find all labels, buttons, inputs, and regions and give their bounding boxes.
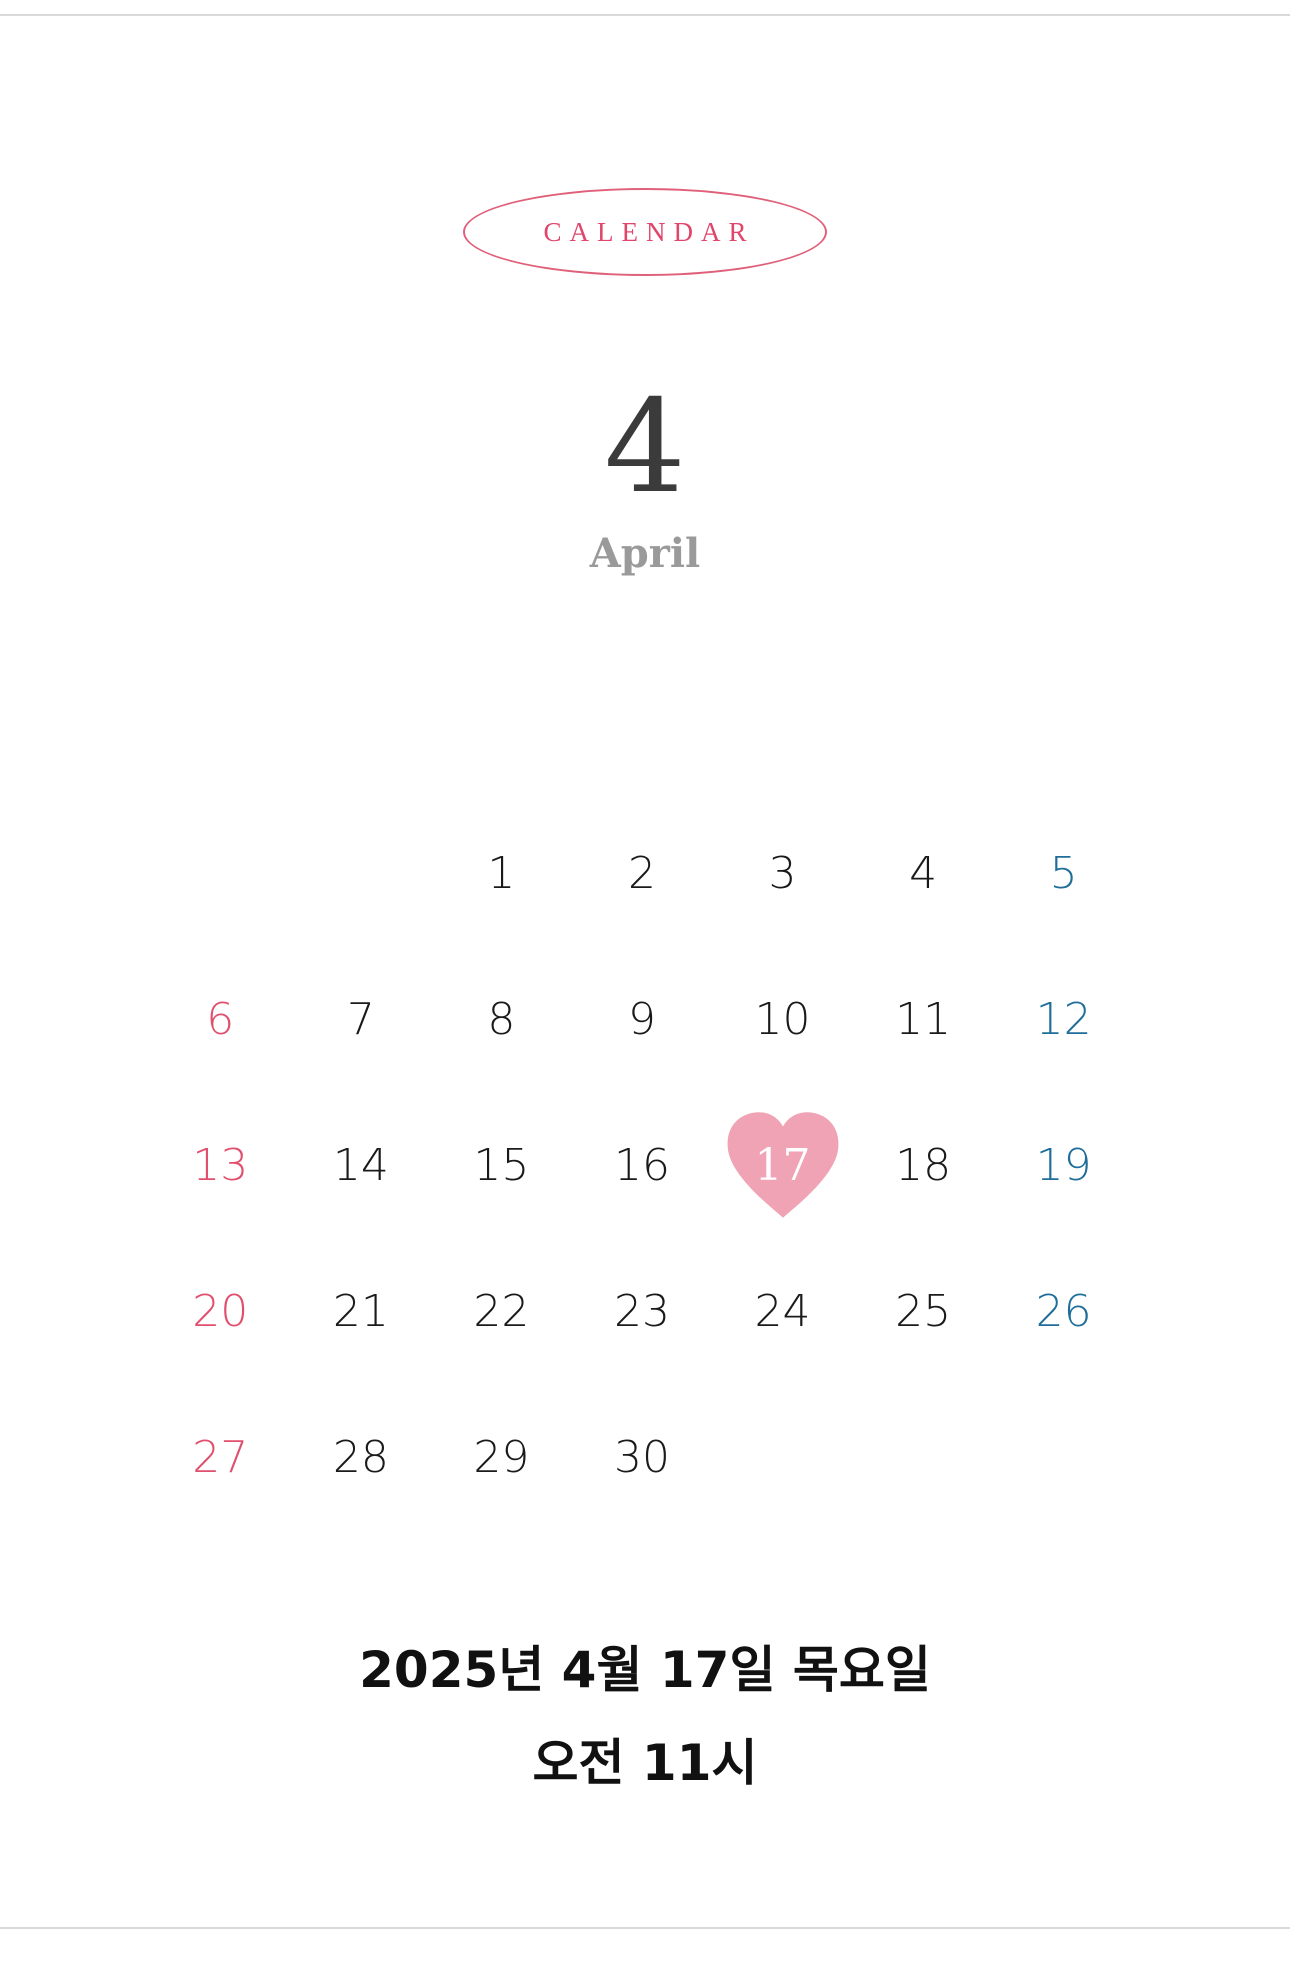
calendar-day: 29: [431, 1412, 572, 1502]
calendar-day-number: 4: [909, 847, 938, 899]
calendar-day-number: 10: [754, 993, 811, 1045]
calendar-day-number: 1: [487, 847, 516, 899]
event-time: 오전 11시: [532, 1734, 758, 1792]
calendar-day-number: 9: [627, 993, 656, 1045]
calendar-day-number: 30: [613, 1431, 670, 1483]
calendar-grid: 1 2 3 4 5 6 7 8 9 10 11 12 13 14 15 16 17 18 19 20 21 22 23 24 2…: [150, 828, 1134, 1558]
calendar-day-number: 2: [627, 847, 656, 899]
calendar-day-number: 20: [192, 1285, 249, 1337]
calendar-day: 7: [291, 974, 432, 1064]
calendar-day: 27: [150, 1412, 291, 1502]
calendar-day: 20: [150, 1266, 291, 1356]
calendar-day: 15: [431, 1120, 572, 1210]
bottom-divider: [0, 1927, 1290, 1929]
calendar-day-number: 11: [895, 993, 952, 1045]
calendar-day-number: 16: [613, 1139, 670, 1191]
calendar-day-number: 6: [206, 993, 235, 1045]
calendar-badge-label: CALENDAR: [543, 216, 755, 247]
calendar-day-number: 29: [473, 1431, 530, 1483]
calendar-day: 23: [572, 1266, 713, 1356]
calendar-empty-cell: [712, 1412, 853, 1502]
calendar-week: 1 2 3 4 5: [150, 828, 1134, 974]
top-divider: [0, 14, 1290, 16]
calendar-day-number: 5: [1049, 847, 1078, 899]
calendar-day-number: 21: [332, 1285, 389, 1337]
calendar-day: 24: [712, 1266, 853, 1356]
calendar-day-number: 28: [332, 1431, 389, 1483]
calendar-day-number: 22: [473, 1285, 530, 1337]
calendar-day: 11: [853, 974, 994, 1064]
calendar-empty-cell: [150, 828, 291, 918]
calendar-day-number: 23: [613, 1285, 670, 1337]
calendar-day: 22: [431, 1266, 572, 1356]
calendar-day: 2: [572, 828, 713, 918]
calendar-day: 26: [993, 1266, 1134, 1356]
calendar-empty-cell: [291, 828, 432, 918]
calendar-day-number: 24: [754, 1285, 811, 1337]
calendar-day: 1: [431, 828, 572, 918]
calendar-day-number: 14: [332, 1139, 389, 1191]
calendar-day: 19: [993, 1120, 1134, 1210]
calendar-day-number: 3: [768, 847, 797, 899]
calendar-day: 28: [291, 1412, 432, 1502]
calendar-day-number: 26: [1035, 1285, 1092, 1337]
calendar-day: 6: [150, 974, 291, 1064]
month-name: April: [589, 530, 701, 577]
calendar-day: 25: [853, 1266, 994, 1356]
calendar-day-number: 25: [895, 1285, 952, 1337]
calendar-day-number: 12: [1035, 993, 1092, 1045]
calendar-week: 20 21 22 23 24 25 26: [150, 1266, 1134, 1412]
calendar-day: 30: [572, 1412, 713, 1502]
calendar-day: 16: [572, 1120, 713, 1210]
month-number: 4: [604, 373, 686, 522]
calendar-day-number: 17: [754, 1139, 811, 1191]
calendar-day-number: 18: [895, 1139, 952, 1191]
calendar-day: 10: [712, 974, 853, 1064]
calendar-day-highlighted: 17: [712, 1112, 853, 1218]
calendar-week: 6 7 8 9 10 11 12: [150, 974, 1134, 1120]
calendar-day-number: 13: [192, 1139, 249, 1191]
calendar-day-number: 19: [1035, 1139, 1092, 1191]
calendar-day: 9: [572, 974, 713, 1064]
calendar-empty-cell: [993, 1412, 1134, 1502]
calendar-day: 13: [150, 1120, 291, 1210]
calendar-day: 12: [993, 974, 1134, 1064]
calendar-day-number: 8: [487, 993, 516, 1045]
calendar-day: 8: [431, 974, 572, 1064]
calendar-day: 4: [853, 828, 994, 918]
calendar-week: 13 14 15 16 17 18 19: [150, 1112, 1134, 1266]
calendar-day-number: 15: [473, 1139, 530, 1191]
calendar-day: 5: [993, 828, 1134, 918]
calendar-day: 21: [291, 1266, 432, 1356]
invitation-calendar-page: CALENDAR 4 April 1 2 3 4 5 6 7 8 9 10 11 12 13 14 15 16…: [0, 0, 1290, 1970]
calendar-day: 14: [291, 1120, 432, 1210]
calendar-day: 18: [853, 1120, 994, 1210]
calendar-day: 3: [712, 828, 853, 918]
event-date: 2025년 4월 17일 목요일: [359, 1641, 931, 1699]
calendar-day-number: 7: [346, 993, 375, 1045]
calendar-badge: CALENDAR: [463, 188, 827, 276]
calendar-week: 27 28 29 30: [150, 1412, 1134, 1558]
calendar-day-number: 27: [192, 1431, 249, 1483]
calendar-empty-cell: [853, 1412, 994, 1502]
